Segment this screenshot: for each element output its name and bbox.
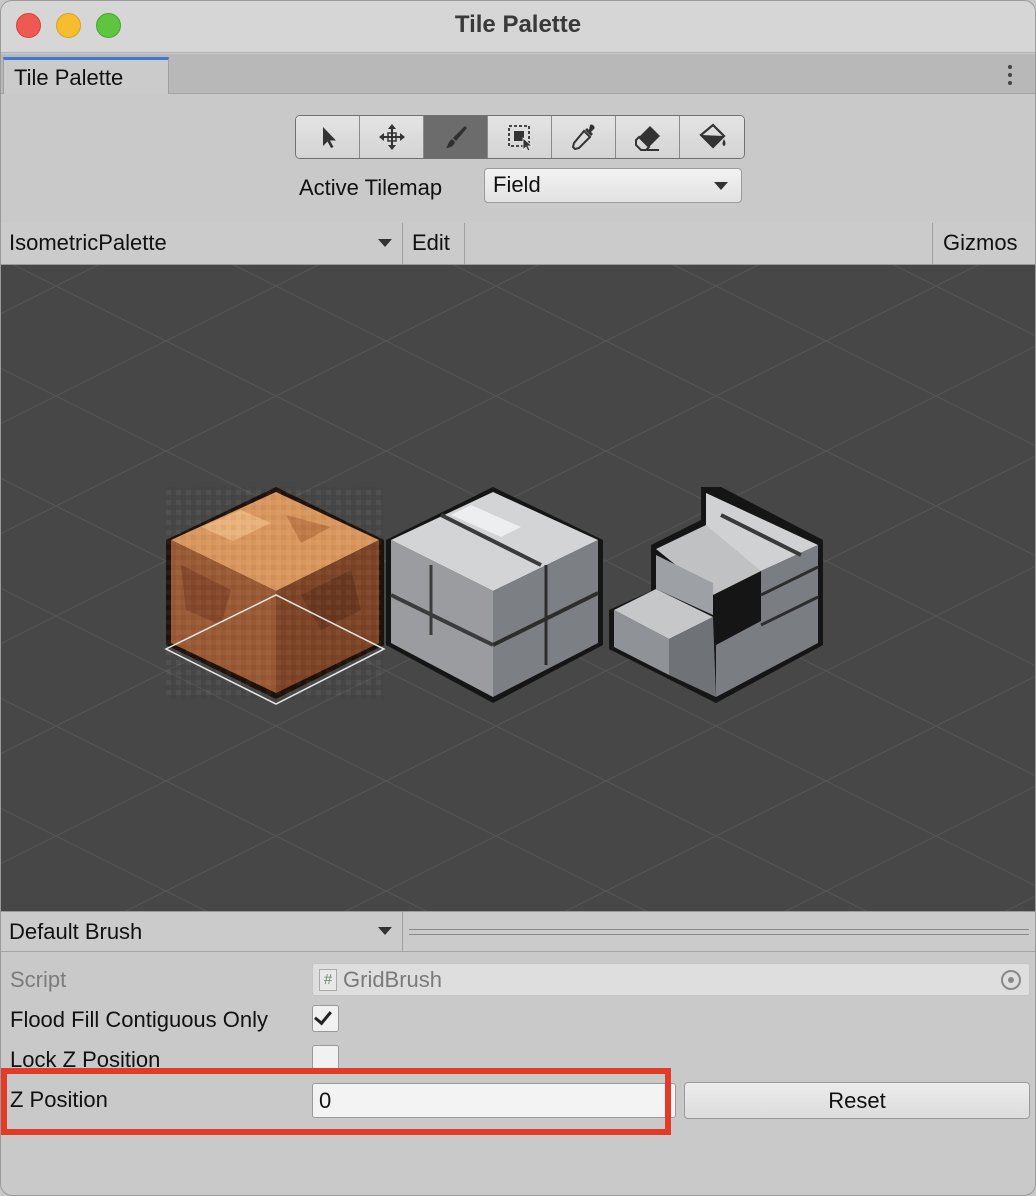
dirt-block-tile[interactable] xyxy=(166,487,384,699)
arrow-pointer-icon xyxy=(322,127,336,148)
fill-tool-button[interactable] xyxy=(680,116,744,158)
palette-header: IsometricPalette Edit Gizmos xyxy=(1,223,1035,265)
isometric-grid xyxy=(1,265,1035,911)
brush-header: Default Brush xyxy=(1,911,1035,952)
title-bar[interactable]: Tile Palette xyxy=(1,1,1035,53)
tile-palette-window: Tile Palette Tile Palette Active Tilemap… xyxy=(0,0,1036,1196)
active-tilemap-dropdown[interactable]: Field xyxy=(484,168,742,203)
flood-fill-label: Flood Fill Contiguous Only xyxy=(10,1007,269,1032)
box-select-icon xyxy=(507,125,533,152)
edit-button[interactable]: Edit xyxy=(403,223,465,264)
paintbrush-icon xyxy=(445,126,467,148)
panel-splitter[interactable] xyxy=(409,929,1029,935)
brush-dropdown[interactable]: Default Brush xyxy=(1,912,403,952)
window-title: Tile Palette xyxy=(454,11,582,38)
palette-canvas[interactable] xyxy=(1,265,1035,911)
eyedropper-icon xyxy=(571,124,595,151)
erase-tool-button[interactable] xyxy=(616,116,680,158)
brush-name: Default Brush xyxy=(9,919,143,944)
object-picker-icon[interactable] xyxy=(1001,970,1021,990)
script-label: Script xyxy=(10,967,67,992)
eraser-icon xyxy=(634,126,660,151)
flood-fill-checkbox[interactable] xyxy=(312,1005,339,1032)
palette-dropdown[interactable]: IsometricPalette xyxy=(1,223,403,264)
tab-strip: Tile Palette xyxy=(1,54,1035,94)
box-fill-tool-button[interactable] xyxy=(488,116,552,158)
move-tool-button[interactable] xyxy=(360,116,424,158)
tool-toolbar xyxy=(295,115,745,159)
active-tilemap-label: Active Tilemap xyxy=(299,175,443,200)
select-tool-button[interactable] xyxy=(296,116,360,158)
chevron-down-icon xyxy=(378,239,392,247)
tab-tile-palette[interactable]: Tile Palette xyxy=(3,57,169,94)
reset-button[interactable]: Reset xyxy=(684,1082,1030,1119)
move-arrows-icon xyxy=(378,124,405,150)
gizmos-button[interactable]: Gizmos xyxy=(932,223,1035,264)
palette-name: IsometricPalette xyxy=(9,230,167,255)
highlight-annotation-box xyxy=(1,1068,671,1135)
pick-tool-button[interactable] xyxy=(552,116,616,158)
script-icon: # xyxy=(319,969,337,991)
chevron-down-icon xyxy=(378,927,392,935)
paint-tool-button[interactable] xyxy=(424,116,488,158)
more-options-icon[interactable] xyxy=(1007,63,1013,85)
checkmark-icon xyxy=(314,1006,332,1026)
active-tilemap-value: Field xyxy=(493,172,541,197)
script-value: GridBrush xyxy=(343,967,443,992)
script-field: # GridBrush xyxy=(312,963,1030,996)
chevron-down-icon xyxy=(714,182,728,190)
paint-bucket-icon xyxy=(699,123,726,149)
